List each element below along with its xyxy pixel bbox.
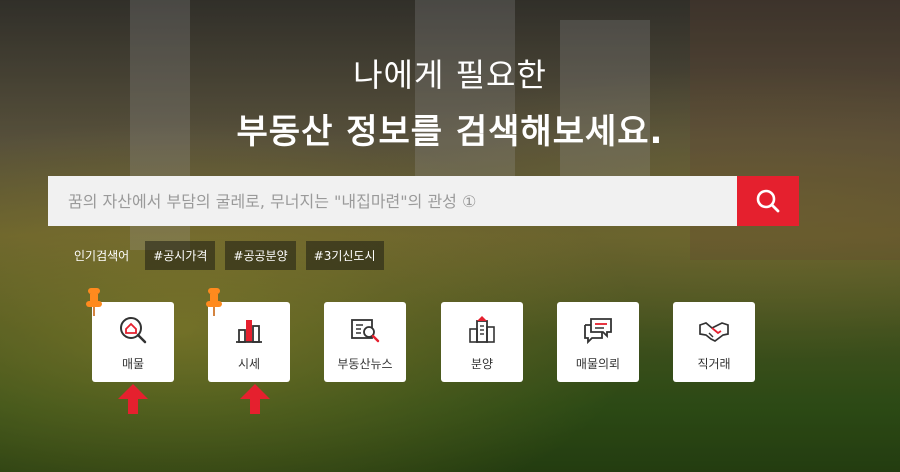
hero-title-line1: 나에게 필요한 (353, 56, 547, 94)
menu-tile-label: 매물 (121, 357, 145, 371)
menu-tile-listing-request[interactable]: 매물의뢰 (557, 302, 639, 382)
popular-searches: 인기검색어 #공시가격 #공공분양 #3기신도시 (74, 241, 384, 270)
popular-tag[interactable]: #3기신도시 (305, 241, 384, 270)
menu-tile-label: 직거래 (697, 357, 731, 371)
search-icon (756, 189, 780, 213)
menu-tile-label: 부동산뉴스 (337, 357, 393, 371)
menu-tile-label: 시세 (237, 357, 261, 371)
handshake-icon (699, 322, 729, 342)
pin-icon (86, 288, 102, 316)
popular-tag[interactable]: #공공분양 (225, 241, 296, 270)
newspaper-search-icon (351, 319, 380, 343)
menu-tile-listings[interactable]: 매물 (92, 302, 174, 382)
search-button[interactable] (737, 176, 799, 226)
menu-tile-news[interactable]: 부동산뉴스 (324, 302, 406, 382)
popular-tag[interactable]: #공시가격 (145, 241, 216, 270)
chat-bubbles-icon (584, 318, 612, 345)
menu-tile-presale[interactable]: 분양 (441, 302, 523, 382)
menu-tile-label: 분양 (470, 357, 494, 371)
pin-icon (206, 288, 222, 316)
quick-menu: 매물 시세 부동산뉴스 분양 매물의뢰 직거래 (0, 302, 900, 382)
hero-title-line2: 부동산 정보를 검색해보세요. (236, 112, 664, 152)
bar-chart-icon (236, 320, 262, 343)
house-search-icon (120, 317, 147, 344)
arrow-up-icon (118, 384, 148, 414)
menu-tile-label: 매물의뢰 (575, 357, 621, 371)
search-bar (48, 176, 799, 226)
building-icon (469, 316, 495, 343)
popular-searches-label: 인기검색어 (74, 249, 130, 263)
menu-tile-direct-deal[interactable]: 직거래 (673, 302, 755, 382)
arrow-up-icon (240, 384, 270, 414)
search-input[interactable] (48, 176, 737, 226)
